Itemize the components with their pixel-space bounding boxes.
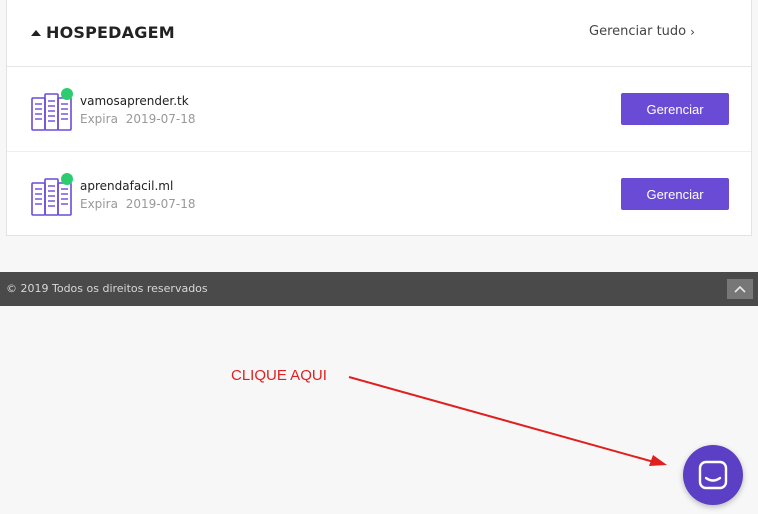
expiry-label: Expira: [80, 197, 118, 211]
manage-all-link[interactable]: Gerenciar tudo ›: [589, 24, 695, 39]
expiry-label: Expira: [80, 112, 118, 126]
panel-title[interactable]: HOSPEDAGEM: [31, 23, 175, 42]
chat-launcher-button[interactable]: [683, 445, 743, 505]
domain-name: vamosaprender.tk: [80, 94, 189, 108]
hosting-item: vamosaprender.tk Expira 2019-07-18 Geren…: [7, 68, 751, 152]
back-to-top-button[interactable]: [727, 279, 753, 299]
footer: © 2019 Todos os direitos reservados: [0, 272, 758, 306]
caret-up-icon[interactable]: [31, 29, 41, 36]
server-icon: [31, 88, 73, 131]
chevron-right-icon: ›: [690, 24, 695, 39]
domain-name: aprendafacil.ml: [80, 179, 174, 193]
manage-button[interactable]: Gerenciar: [621, 178, 729, 210]
status-dot-icon: [61, 88, 73, 100]
expiry-info: Expira 2019-07-18: [80, 197, 196, 211]
chat-icon: [698, 460, 728, 490]
expiry-date: 2019-07-18: [125, 197, 196, 211]
hosting-item: aprendafacil.ml Expira 2019-07-18 Gerenc…: [7, 153, 751, 237]
copyright-text: © 2019 Todos os direitos reservados: [6, 282, 208, 295]
panel-title-label: HOSPEDAGEM: [46, 23, 175, 42]
panel-header: HOSPEDAGEM Gerenciar tudo ›: [7, 0, 751, 67]
status-dot-icon: [61, 173, 73, 185]
expiry-date: 2019-07-18: [125, 112, 196, 126]
server-icon: [31, 173, 73, 216]
chevron-up-icon: [734, 285, 746, 293]
expiry-info: Expira 2019-07-18: [80, 112, 196, 126]
manage-all-label: Gerenciar tudo: [589, 24, 687, 39]
hosting-panel: HOSPEDAGEM Gerenciar tudo › vamosaprende…: [6, 0, 752, 236]
manage-button[interactable]: Gerenciar: [621, 93, 729, 125]
annotation-label: CLIQUE AQUI: [231, 367, 327, 384]
